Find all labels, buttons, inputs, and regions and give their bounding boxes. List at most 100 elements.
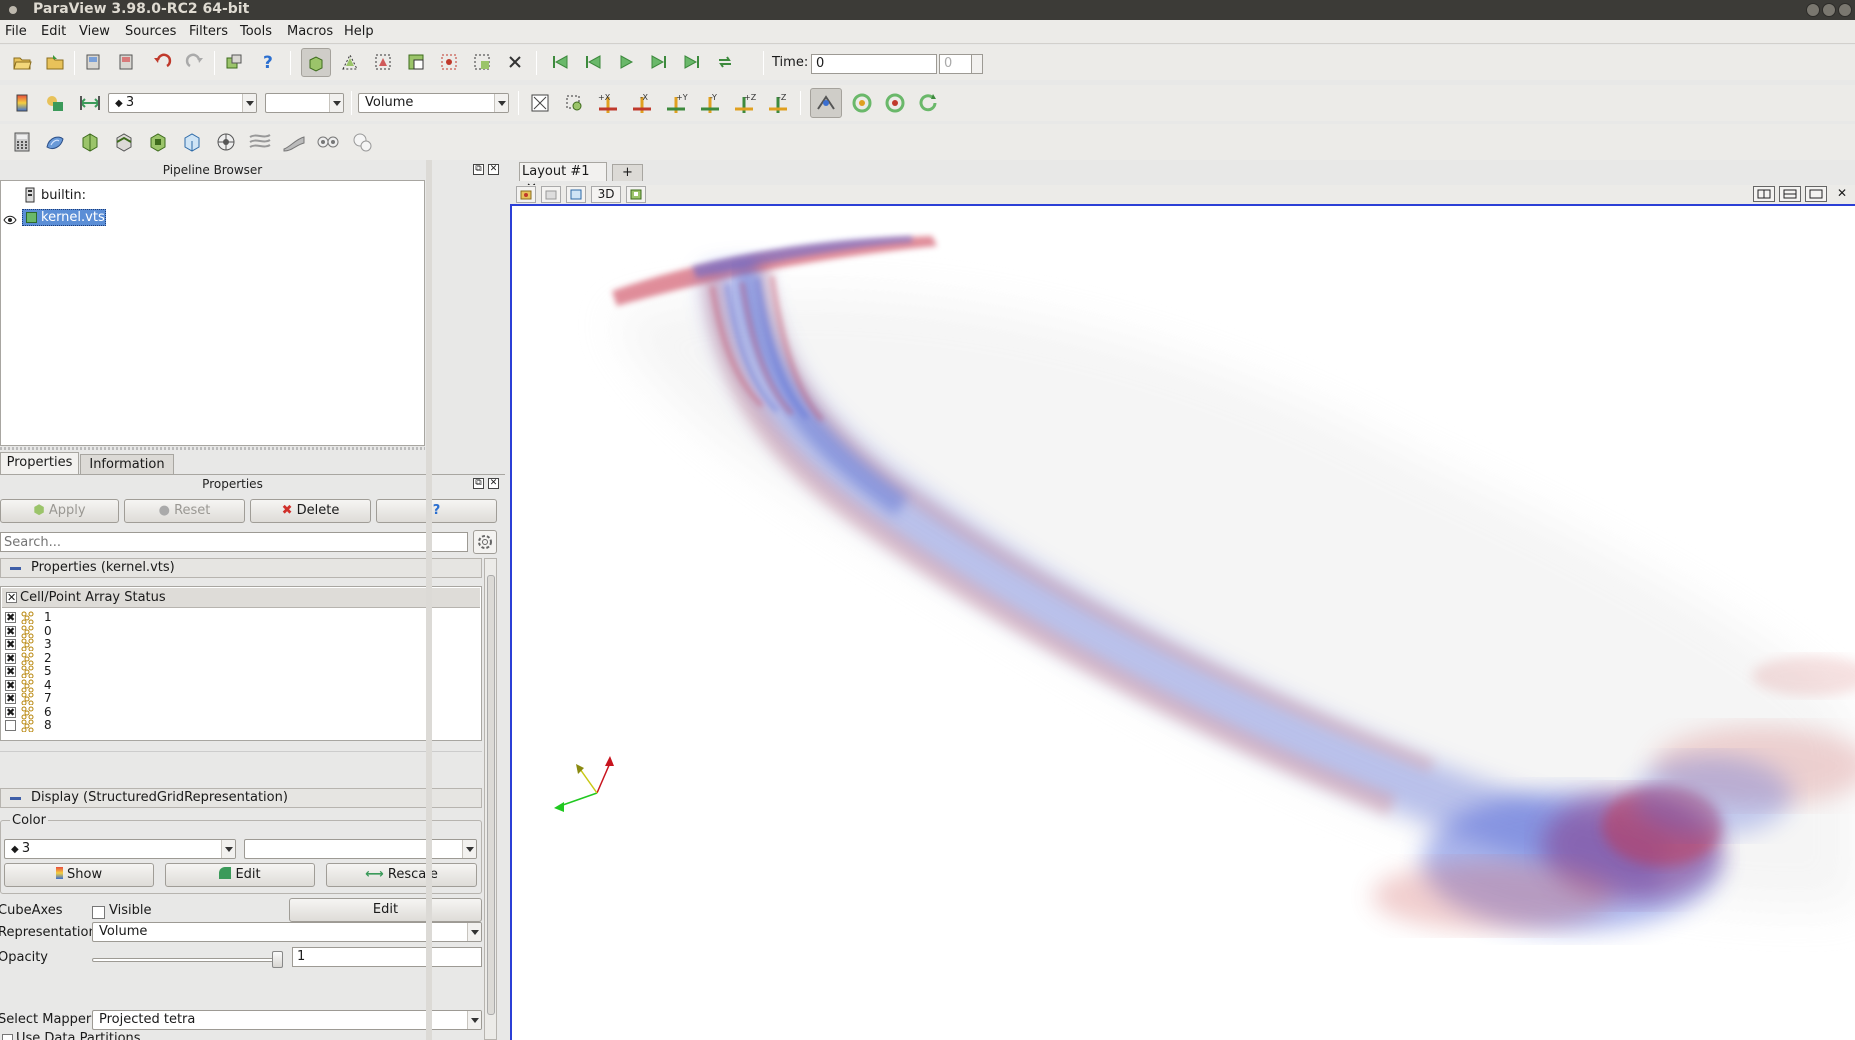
previous-frame-icon[interactable] — [580, 49, 606, 75]
pick-center-icon[interactable] — [882, 90, 908, 116]
array-checkbox[interactable]: ✖ — [5, 679, 16, 691]
properties-scrollbar[interactable] — [484, 558, 497, 1040]
main-splitter[interactable] — [426, 160, 432, 1040]
timestep-spin-arrows[interactable] — [971, 54, 983, 74]
contour-icon[interactable] — [42, 129, 68, 155]
reset-button[interactable]: ● Reset — [124, 499, 245, 523]
representation-combo[interactable]: Volume — [358, 93, 509, 113]
close-view-icon[interactable]: ✕ — [1831, 186, 1853, 202]
component-combo[interactable] — [265, 93, 344, 113]
maximize-view-icon[interactable] — [1805, 186, 1827, 202]
array-checkbox[interactable]: ✖ — [5, 625, 16, 637]
color-array-select[interactable]: ◆ 3 — [4, 839, 236, 859]
apply-button[interactable]: ⬢ Apply — [0, 499, 119, 523]
threshold-icon[interactable] — [145, 129, 171, 155]
opacity-slider-handle[interactable] — [272, 951, 283, 968]
edit-colormap-icon[interactable] — [42, 90, 68, 116]
redo-icon[interactable] — [182, 49, 208, 75]
properties-section-header[interactable]: Properties (kernel.vts) — [0, 558, 482, 578]
slice-icon[interactable] — [111, 129, 137, 155]
properties-float-icon[interactable]: ⧉ — [473, 478, 484, 489]
extract-level-icon[interactable] — [349, 129, 375, 155]
array-checkbox[interactable] — [5, 720, 16, 731]
array-checkbox[interactable]: ✖ — [5, 706, 16, 718]
properties-scrollbar-thumb[interactable] — [487, 575, 495, 1015]
reset-center-icon[interactable] — [849, 90, 875, 116]
menu-file[interactable]: File — [5, 24, 27, 39]
pipeline-item-builtin[interactable]: builtin: — [41, 188, 86, 203]
properties-help-button[interactable]: ? — [376, 499, 497, 523]
advanced-settings-button[interactable] — [473, 530, 497, 554]
menu-edit[interactable]: Edit — [41, 24, 66, 39]
use-data-partitions-checkbox[interactable] — [2, 1034, 13, 1040]
edit-colormap-button[interactable]: Edit — [165, 863, 315, 887]
extract-subset-icon[interactable] — [179, 129, 205, 155]
menu-view[interactable]: View — [79, 24, 110, 39]
opacity-input[interactable]: 1 — [292, 947, 482, 967]
calculator-icon[interactable] — [9, 129, 35, 155]
view-minus-y-icon[interactable]: -Y — [697, 90, 723, 116]
window-menu-icon[interactable] — [9, 6, 17, 14]
display-section-header[interactable]: Display (StructuredGridRepresentation) — [0, 788, 482, 808]
clip-icon[interactable] — [77, 129, 103, 155]
save-state-icon[interactable] — [113, 49, 139, 75]
tab-information[interactable]: Information — [80, 454, 174, 474]
show-center-icon[interactable] — [810, 88, 842, 118]
view-plus-x-icon[interactable]: +X — [595, 90, 621, 116]
properties-close-icon[interactable]: ✕ — [488, 478, 499, 489]
time-input[interactable]: 0 — [811, 54, 937, 74]
loop-icon[interactable] — [712, 49, 738, 75]
view-plus-y-icon[interactable]: +Y — [663, 90, 689, 116]
last-frame-icon[interactable] — [679, 49, 705, 75]
tab-layout-1[interactable]: Layout #1 ✕ — [519, 162, 607, 196]
split-vertical-icon[interactable] — [1779, 186, 1801, 202]
opacity-slider[interactable] — [92, 958, 283, 962]
array-checkbox[interactable]: ✖ — [5, 652, 16, 664]
menu-macros[interactable]: Macros — [287, 24, 333, 39]
color-legend-icon[interactable] — [9, 90, 35, 116]
maximize-button[interactable] — [1822, 3, 1836, 17]
rescale-button[interactable]: ⟷ Rescale — [326, 863, 477, 887]
representation-select[interactable]: Volume — [92, 922, 482, 942]
reset-camera-icon[interactable] — [527, 90, 553, 116]
stream-tracer-icon[interactable] — [247, 129, 273, 155]
view-minus-x-icon[interactable]: -X — [629, 90, 655, 116]
pipeline-float-icon[interactable]: ⧉ — [473, 164, 484, 175]
delete-button[interactable]: ✖ Delete — [250, 499, 371, 523]
close-window-button[interactable] — [1838, 3, 1852, 17]
cubeaxes-edit-button[interactable]: Edit — [289, 898, 482, 922]
cubeaxes-visible-checkbox[interactable] — [92, 906, 105, 919]
select-cells-through-icon[interactable] — [436, 49, 462, 75]
warp-vector-icon[interactable] — [281, 129, 307, 155]
add-layout-tab[interactable]: + — [612, 164, 643, 181]
tab-properties[interactable]: Properties — [0, 452, 79, 474]
open-file-icon[interactable] — [9, 49, 35, 75]
mapper-select[interactable]: Projected tetra — [92, 1010, 482, 1030]
view-selection-icon[interactable] — [541, 186, 561, 203]
select-block-icon[interactable] — [469, 49, 495, 75]
menu-help[interactable]: Help — [344, 24, 374, 39]
minimize-button[interactable] — [1806, 3, 1820, 17]
view-camera-icon[interactable] — [626, 186, 646, 203]
undo-icon[interactable] — [149, 49, 175, 75]
camera-undo-icon[interactable] — [566, 186, 586, 203]
visibility-eye-icon[interactable] — [3, 214, 17, 229]
toggle-3d-button[interactable]: 3D — [591, 186, 621, 203]
help-icon[interactable]: ? — [255, 49, 281, 75]
rescale-range-icon[interactable] — [77, 90, 103, 116]
clear-selection-icon[interactable] — [502, 49, 528, 75]
glyph-icon[interactable] — [213, 129, 239, 155]
select-cells-on-icon[interactable] — [370, 49, 396, 75]
zoom-to-box-icon[interactable] — [561, 90, 587, 116]
properties-search-input[interactable] — [0, 532, 468, 552]
splitter[interactable] — [0, 447, 425, 450]
view-minus-z-icon[interactable]: -Z — [765, 90, 791, 116]
first-frame-icon[interactable] — [547, 49, 573, 75]
color-component-select[interactable] — [244, 839, 477, 859]
capture-view-icon[interactable] — [516, 186, 536, 203]
next-frame-icon[interactable] — [646, 49, 672, 75]
select-points-through-icon[interactable] — [403, 49, 429, 75]
array-checkbox[interactable]: ✖ — [5, 666, 16, 677]
view-plus-z-icon[interactable]: +Z — [731, 90, 757, 116]
pipeline-close-icon[interactable]: ✕ — [488, 164, 499, 175]
